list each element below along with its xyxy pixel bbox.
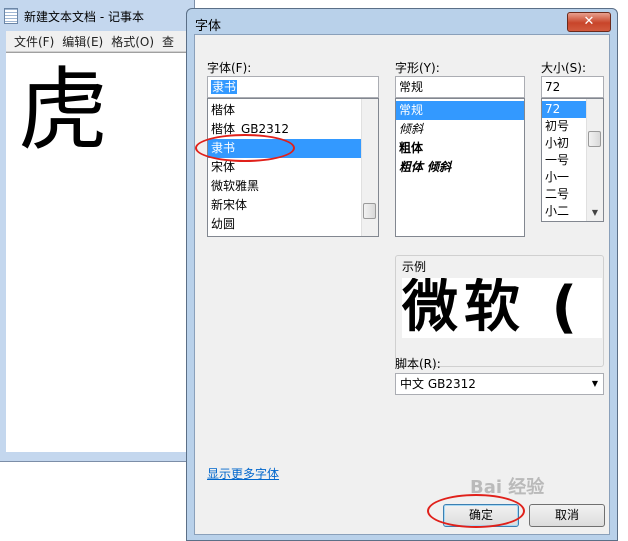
font-item-kaiti[interactable]: 楷体 [208, 101, 378, 120]
size-list-scrollbar[interactable]: ▼ [586, 99, 603, 221]
script-select[interactable]: 中文 GB2312 ▼ [395, 373, 604, 395]
font-label: 字体(F): [207, 61, 252, 75]
chevron-down-icon[interactable]: ▼ [587, 205, 603, 221]
style-label: 字形(Y): [395, 61, 440, 75]
font-input-value: 隶书 [211, 80, 238, 94]
size-item-72[interactable]: 72 [542, 101, 587, 118]
notepad-titlebar: 新建文本文档 - 记事本 [4, 6, 144, 26]
sample-preview: 微软 ( [402, 278, 602, 338]
sample-group: 示例 微软 ( [395, 255, 604, 367]
notepad-content: 虎 [18, 58, 108, 163]
style-item-regular[interactable]: 常规 [396, 101, 524, 120]
font-item-xinsong[interactable]: 新宋体 [208, 196, 378, 215]
watermark: Bai 经验 [470, 477, 545, 498]
font-input[interactable]: 隶书 [207, 76, 379, 98]
menu-edit[interactable]: 编辑(E) [62, 33, 103, 50]
notepad-editor[interactable]: 虎 [6, 52, 194, 452]
menu-format[interactable]: 格式(O) [111, 33, 154, 50]
script-label: 脚本(R): [395, 357, 441, 371]
annotation-circle-font [195, 134, 295, 162]
annotation-circle-ok [427, 494, 525, 528]
close-icon[interactable]: ✕ [567, 12, 611, 32]
style-item-bold[interactable]: 粗体 [396, 139, 524, 158]
size-list[interactable]: 72 初号 小初 一号 小一 二号 小二 ▼ [541, 98, 604, 222]
chevron-down-icon: ▼ [591, 379, 599, 388]
style-item-bold-italic[interactable]: 粗体 倾斜 [396, 158, 524, 177]
size-label: 大小(S): [541, 61, 587, 75]
font-list[interactable]: 楷体 楷体_GB2312 隶书 宋体 微软雅黑 新宋体 幼圆 [207, 98, 379, 237]
size-input-value: 72 [545, 80, 561, 94]
style-list[interactable]: 常规 倾斜 粗体 粗体 倾斜 [395, 98, 525, 237]
style-input[interactable]: 常规 [395, 76, 525, 98]
font-list-scrollbar[interactable] [361, 99, 378, 236]
font-item-youyuan[interactable]: 幼圆 [208, 215, 378, 234]
sample-label: 示例 [402, 260, 427, 274]
size-input[interactable]: 72 [541, 76, 604, 98]
font-item-yahei[interactable]: 微软雅黑 [208, 177, 378, 196]
script-select-value: 中文 GB2312 [400, 377, 476, 391]
cancel-button[interactable]: 取消 [529, 504, 605, 527]
font-scroll-thumb[interactable] [363, 203, 376, 219]
size-scroll-thumb[interactable] [588, 131, 601, 147]
font-dialog: 字体 ✕ 字体(F): 隶书 楷体 楷体_GB2312 隶书 宋体 微软雅黑 新… [186, 8, 618, 541]
dialog-body: 字体(F): 隶书 楷体 楷体_GB2312 隶书 宋体 微软雅黑 新宋体 幼圆… [194, 34, 610, 535]
menu-view[interactable]: 查 [162, 33, 174, 50]
style-item-italic[interactable]: 倾斜 [396, 120, 524, 139]
notepad-title: 新建文本文档 - 记事本 [24, 9, 144, 24]
notepad-icon [4, 8, 18, 24]
notepad-window: 新建文本文档 - 记事本 文件(F) 编辑(E) 格式(O) 查 虎 [0, 0, 195, 462]
more-fonts-link[interactable]: 显示更多字体 [207, 465, 279, 482]
notepad-menubar: 文件(F) 编辑(E) 格式(O) 查 [6, 31, 194, 52]
menu-file[interactable]: 文件(F) [14, 33, 54, 50]
style-input-value: 常规 [399, 80, 424, 94]
dialog-title: 字体 [195, 19, 222, 34]
